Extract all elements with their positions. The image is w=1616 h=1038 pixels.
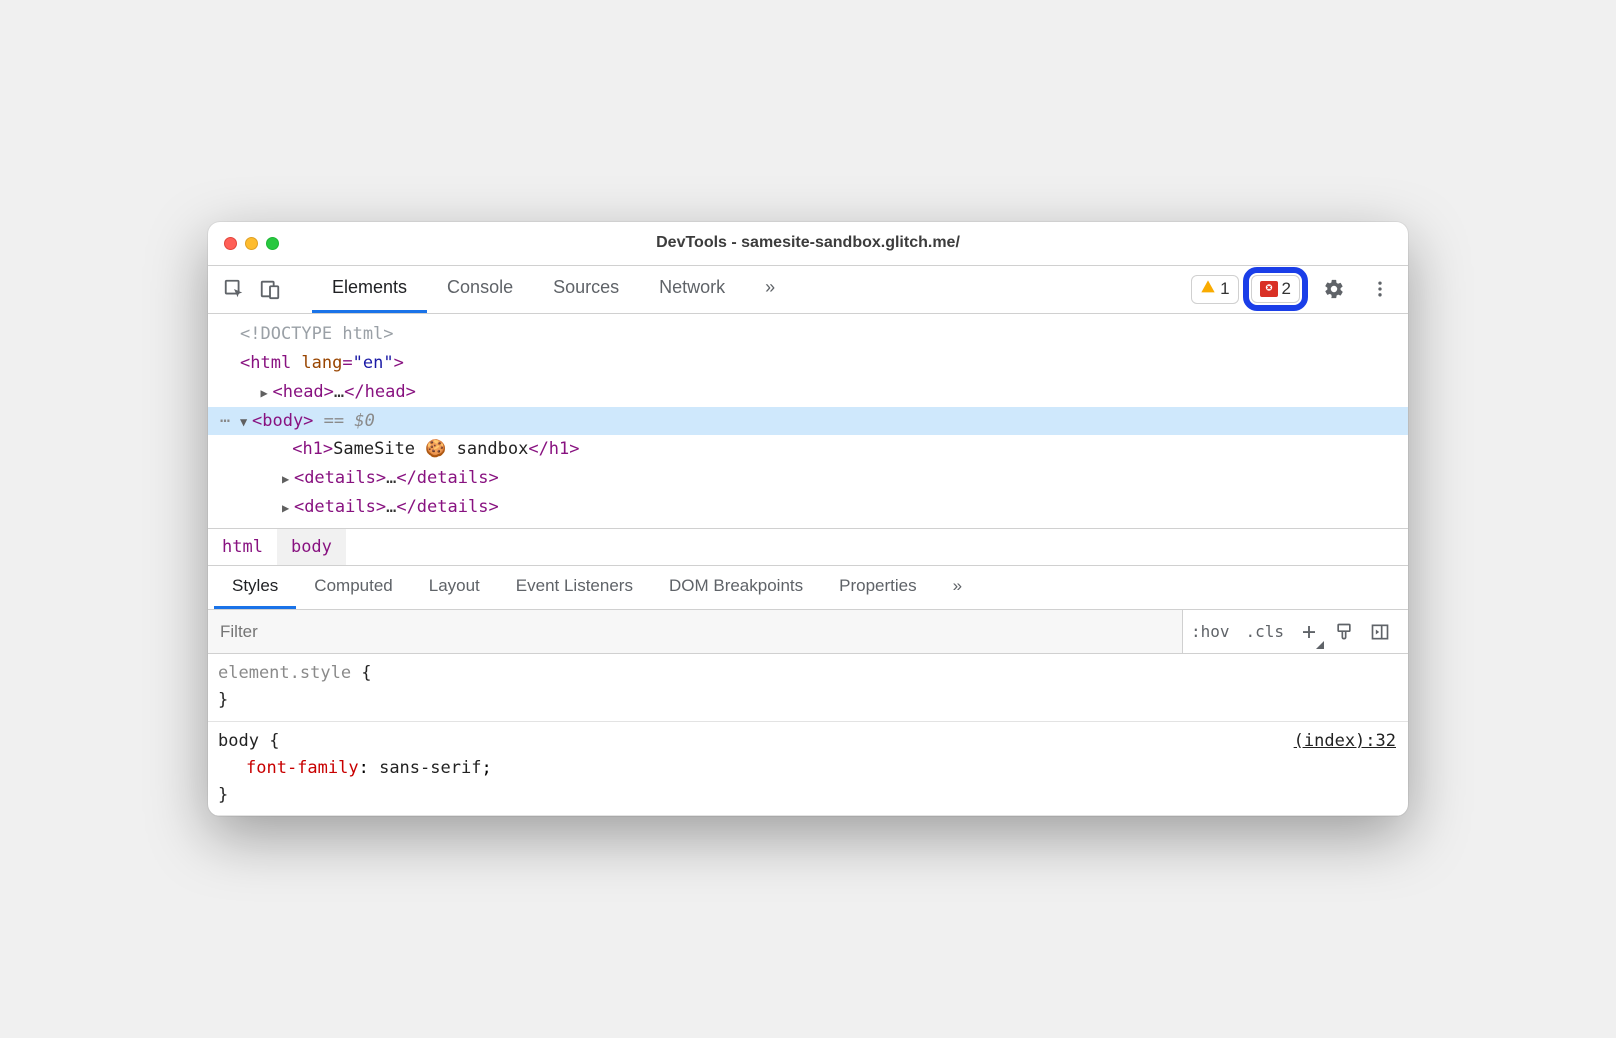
selector-element-style: element.style [218,663,351,683]
expand-icon[interactable]: ▶ [282,498,294,518]
subtab-dom-breakpoints[interactable]: DOM Breakpoints [651,566,821,609]
cls-toggle[interactable]: .cls [1237,610,1292,653]
issues-counter[interactable]: 2 [1251,275,1300,303]
inspect-element-icon[interactable] [216,271,252,307]
tab-sources[interactable]: Sources [533,266,639,313]
subtab-properties[interactable]: Properties [821,566,934,609]
window-title: DevTools - samesite-sandbox.glitch.me/ [224,234,1392,252]
tab-network[interactable]: Network [639,266,745,313]
dom-html-line[interactable]: <html lang="en"> [208,349,1408,378]
dom-body-line[interactable]: ⋯▼<body> == $0 [208,407,1408,436]
main-panel-tabs: Elements Console Sources Network » [312,266,795,313]
new-style-rule-button[interactable] [1292,610,1326,653]
main-toolbar: Elements Console Sources Network » 1 [208,266,1408,314]
traffic-lights [224,237,279,250]
dom-h1-line[interactable]: <h1>SameSite 🍪 sandbox</h1> [208,435,1408,464]
breadcrumbs: html body [208,528,1408,566]
subtab-more[interactable]: » [935,566,980,609]
styles-toolbar: :hov .cls [208,610,1408,654]
issues-highlight-ring: 2 [1243,267,1308,311]
rule-body[interactable]: (index):32 body { font-family: sans-seri… [208,722,1408,817]
collapse-icon[interactable]: ▼ [240,412,252,432]
rule-source-link[interactable]: (index):32 [1294,728,1396,755]
status-badges: 1 2 [1191,267,1308,311]
css-property-value[interactable]: sans-serif [379,758,481,778]
kebab-menu-icon[interactable] [1360,269,1400,309]
css-property-name[interactable]: font-family [246,758,359,778]
expand-icon[interactable]: ▶ [260,383,272,403]
dom-details-line-2[interactable]: ▶<details>…</details> [208,493,1408,522]
warnings-count: 1 [1220,279,1229,299]
tab-elements[interactable]: Elements [312,266,427,313]
toggle-computed-sidebar-icon[interactable] [1362,610,1398,653]
titlebar: DevTools - samesite-sandbox.glitch.me/ [208,222,1408,266]
styles-filter-input[interactable] [208,610,1183,653]
window-zoom-button[interactable] [266,237,279,250]
hov-toggle[interactable]: :hov [1183,610,1238,653]
devtools-window: DevTools - samesite-sandbox.glitch.me/ E… [208,222,1408,816]
expand-icon[interactable]: ▶ [282,469,294,489]
warnings-counter[interactable]: 1 [1191,275,1238,304]
dom-tree[interactable]: <!DOCTYPE html> <html lang="en"> ▶<head>… [208,314,1408,528]
dom-head-line[interactable]: ▶<head>…</head> [208,378,1408,407]
crumb-body[interactable]: body [277,529,346,565]
dom-details-line-1[interactable]: ▶<details>…</details> [208,464,1408,493]
tab-console[interactable]: Console [427,266,533,313]
crumb-html[interactable]: html [208,529,277,565]
styles-subtabs: Styles Computed Layout Event Listeners D… [208,566,1408,610]
more-tabs-button[interactable]: » [745,266,795,313]
dom-doctype-line[interactable]: <!DOCTYPE html> [208,320,1408,349]
issues-count: 2 [1282,279,1291,299]
rule-element-style[interactable]: element.style { } [208,654,1408,721]
subtab-layout[interactable]: Layout [411,566,498,609]
window-close-button[interactable] [224,237,237,250]
styles-brush-icon[interactable] [1326,610,1362,653]
selector-body: body [218,731,259,751]
device-toolbar-icon[interactable] [252,271,288,307]
subtab-event-listeners[interactable]: Event Listeners [498,566,651,609]
issues-icon [1260,281,1278,297]
settings-icon[interactable] [1314,269,1354,309]
subtab-styles[interactable]: Styles [214,566,296,609]
subtab-computed[interactable]: Computed [296,566,410,609]
window-minimize-button[interactable] [245,237,258,250]
warning-icon [1200,279,1216,300]
